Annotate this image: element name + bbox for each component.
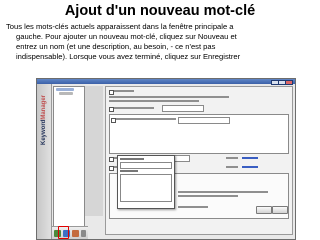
info-text [178, 191, 268, 193]
option-label [226, 157, 238, 159]
side-panel [85, 86, 103, 216]
option-field[interactable] [162, 105, 204, 112]
option-label [114, 90, 134, 92]
app-screenshot: KeywordManager [36, 78, 296, 240]
toolbar-icon[interactable] [81, 230, 86, 237]
status-text [178, 206, 208, 208]
tree-item[interactable] [56, 88, 74, 91]
slide-title: Ajout d'un nouveau mot-clé [64, 3, 256, 19]
brand-name-suffix: Manager [41, 94, 47, 120]
select-link[interactable] [242, 157, 258, 159]
option-label [114, 107, 154, 109]
slide-body: Tous les mots-clés actuels apparaissent … [6, 22, 314, 62]
option-field[interactable] [178, 117, 230, 124]
body-line-1: Tous les mots-clés actuels apparaissent … [6, 22, 234, 31]
info-text [178, 195, 238, 197]
close-button[interactable] [285, 80, 293, 85]
option-label [226, 166, 238, 168]
option-label [116, 118, 176, 120]
body-line-2: gauche. Pour ajouter un nouveau mot-clé,… [16, 32, 237, 41]
body-line-3: entrez un nom (et une description, au be… [16, 42, 216, 51]
new-keyword-dialog [117, 155, 175, 209]
cancel-button[interactable] [272, 206, 288, 214]
info-text [109, 100, 199, 102]
select-link[interactable] [242, 166, 258, 168]
brand-name: Keyword [41, 119, 47, 145]
keyword-name-input[interactable] [120, 162, 172, 169]
save-button[interactable] [256, 206, 272, 214]
new-button-highlight [58, 226, 69, 239]
body-line-4: indispensable). Lorsque vous avez termin… [16, 52, 241, 61]
info-text [109, 96, 229, 98]
window-titlebar [37, 79, 295, 85]
keyword-tree[interactable] [53, 86, 85, 235]
keyword-description-input[interactable] [120, 174, 172, 202]
tree-item[interactable] [59, 92, 73, 95]
dialog-label [120, 158, 144, 160]
dialog-label [120, 170, 138, 172]
brand-sidebar: KeywordManager [37, 84, 52, 239]
delete-icon[interactable] [72, 230, 79, 237]
brand-logo: KeywordManager [38, 94, 50, 150]
